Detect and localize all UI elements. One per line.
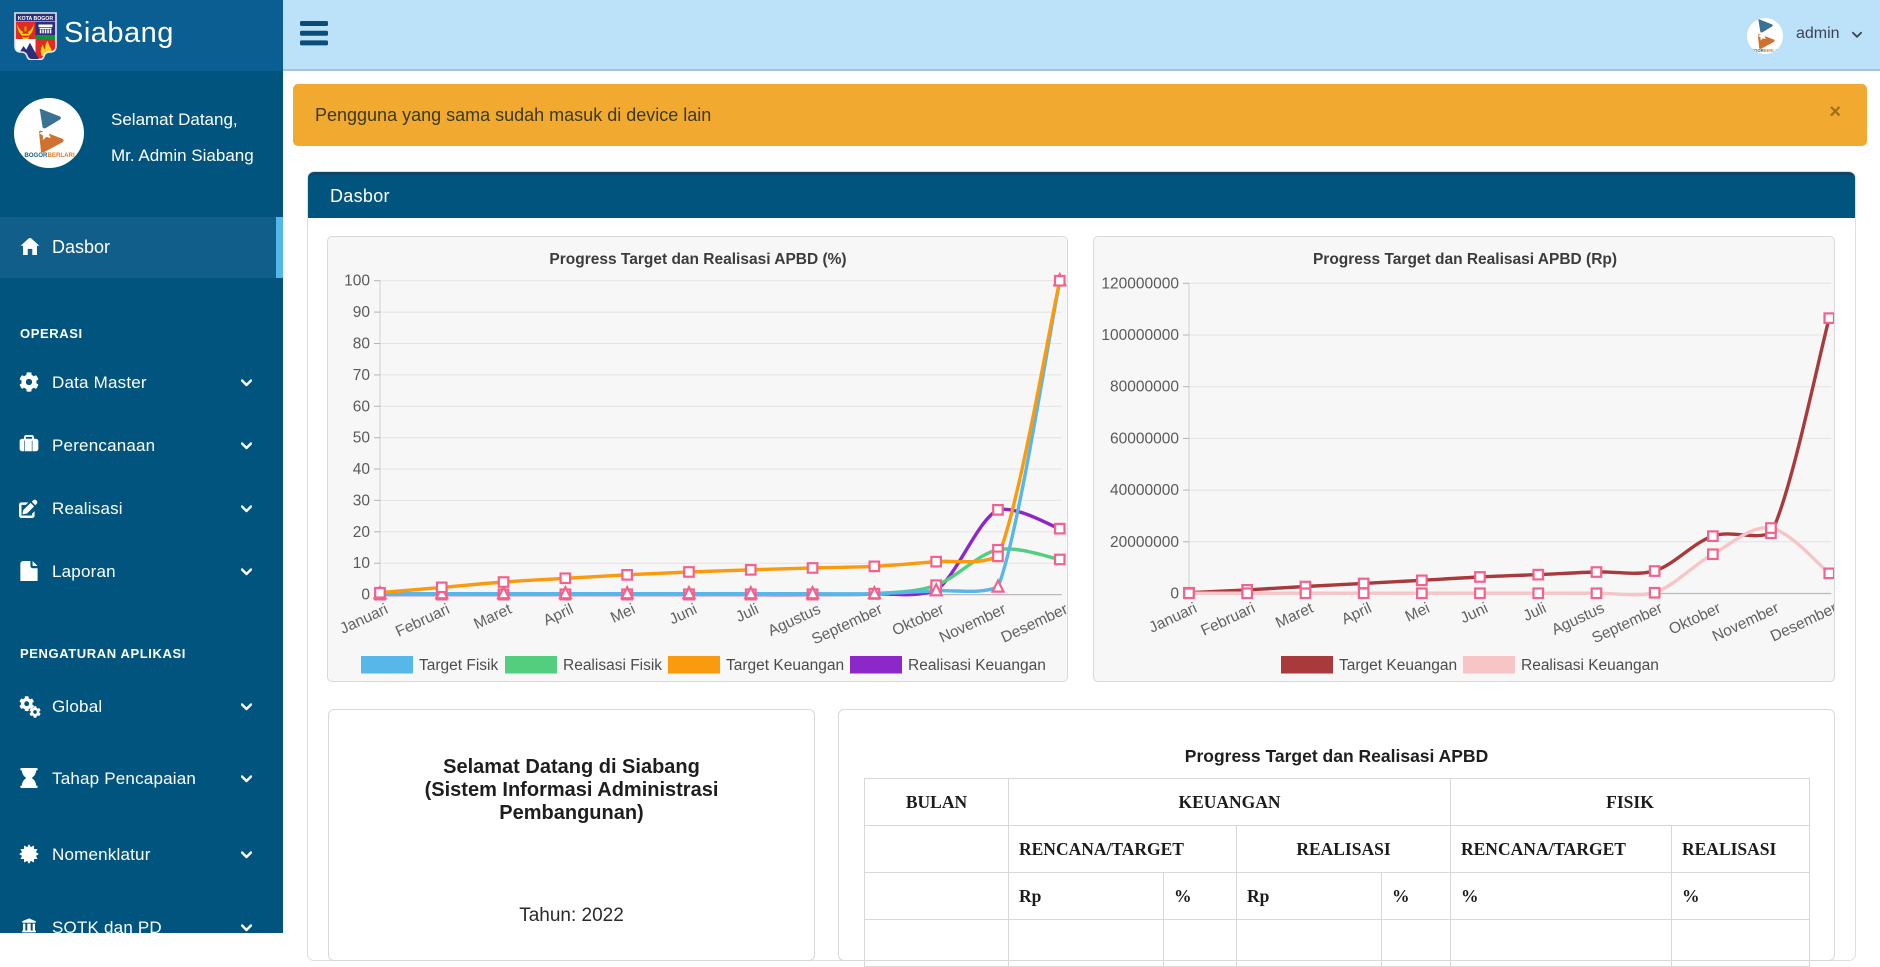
- svg-text:Progress Target dan Realisasi: Progress Target dan Realisasi APBD (%): [549, 251, 846, 268]
- svg-text:Januari: Januari: [337, 601, 390, 638]
- svg-text:20000000: 20000000: [1110, 534, 1179, 551]
- svg-text:70: 70: [353, 367, 371, 384]
- svg-text:BOGORBERLARI: BOGORBERLARI: [24, 151, 75, 158]
- svg-text:Realisasi Keuangan: Realisasi Keuangan: [1521, 657, 1659, 674]
- svg-text:100: 100: [344, 273, 370, 290]
- svg-text:Mei: Mei: [608, 601, 638, 627]
- svg-text:80000000: 80000000: [1110, 379, 1179, 396]
- svg-text:Februari: Februari: [1198, 600, 1257, 640]
- svg-text:0: 0: [361, 587, 370, 604]
- svg-text:Desember: Desember: [1768, 600, 1835, 646]
- svg-text:Desember: Desember: [999, 601, 1068, 647]
- svg-text:90: 90: [353, 304, 371, 321]
- svg-text:Mei: Mei: [1403, 600, 1433, 626]
- svg-text:Maret: Maret: [1273, 599, 1317, 631]
- svg-text:Target Keuangan: Target Keuangan: [1339, 657, 1457, 674]
- svg-text:100000000: 100000000: [1101, 327, 1179, 344]
- svg-text:November: November: [937, 601, 1009, 647]
- svg-text:KOTA BOGOR: KOTA BOGOR: [18, 16, 53, 22]
- svg-text:Target Fisik: Target Fisik: [419, 657, 498, 674]
- svg-text:Maret: Maret: [471, 601, 515, 633]
- svg-text:60: 60: [353, 398, 371, 415]
- svg-text:Realisasi Keuangan: Realisasi Keuangan: [908, 657, 1046, 674]
- svg-text:BOGORBERLARI: BOGORBERLARI: [1748, 48, 1782, 53]
- svg-text:Juli: Juli: [1521, 600, 1549, 625]
- svg-text:30: 30: [353, 492, 371, 509]
- svg-text:60000000: 60000000: [1110, 430, 1179, 447]
- svg-text:40000000: 40000000: [1110, 482, 1179, 499]
- svg-text:50: 50: [353, 430, 371, 447]
- svg-text:Juni: Juni: [667, 601, 700, 628]
- svg-text:Target Keuangan: Target Keuangan: [726, 657, 844, 674]
- svg-text:Januari: Januari: [1146, 600, 1199, 637]
- svg-text:April: April: [541, 601, 576, 630]
- svg-text:0: 0: [1170, 586, 1179, 603]
- svg-text:Juni: Juni: [1458, 600, 1491, 627]
- svg-text:Juli: Juli: [733, 601, 761, 626]
- svg-text:Realisasi Fisik: Realisasi Fisik: [563, 657, 662, 674]
- svg-text:10: 10: [353, 555, 371, 572]
- svg-text:80: 80: [353, 336, 371, 353]
- svg-text:20: 20: [353, 524, 371, 541]
- svg-text:40: 40: [353, 461, 371, 478]
- svg-text:Februari: Februari: [393, 601, 452, 641]
- svg-text:April: April: [1339, 600, 1374, 629]
- svg-text:Progress Target dan Realisasi: Progress Target dan Realisasi APBD (Rp): [1313, 251, 1617, 268]
- svg-text:120000000: 120000000: [1101, 275, 1179, 292]
- svg-text:September: September: [809, 601, 885, 648]
